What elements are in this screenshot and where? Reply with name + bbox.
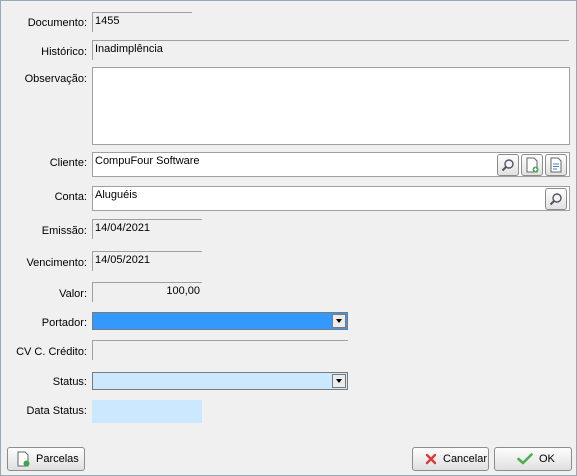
historico-field[interactable]: Inadimplência — [92, 40, 569, 60]
magnifier-icon — [549, 193, 562, 206]
emissao-label: Emissão: — [41, 225, 87, 237]
document-icon — [17, 451, 30, 467]
status-label: Status: — [52, 376, 87, 388]
red-x-icon — [425, 453, 437, 465]
emissao-field[interactable]: 14/04/2021 — [92, 219, 202, 239]
conta-field[interactable]: Aluguéis — [92, 186, 570, 211]
portador-label: Portador: — [41, 317, 87, 329]
document-icon — [550, 157, 562, 173]
cancel-label: Cancelar — [443, 453, 488, 465]
ok-button[interactable]: OK — [494, 447, 572, 471]
cliente-value: CompuFour Software — [95, 155, 200, 167]
conta-value: Aluguéis — [95, 189, 138, 201]
parcelas-label: Parcelas — [36, 453, 79, 465]
cv-credito-field[interactable] — [92, 340, 348, 360]
cliente-edit-button[interactable] — [545, 154, 567, 176]
conta-label: Conta: — [54, 191, 87, 203]
form-window: Documento: 1455 Histórico: Inadimplência… — [0, 0, 577, 476]
chevron-down-icon[interactable] — [332, 374, 346, 388]
observacao-textarea[interactable] — [92, 67, 570, 145]
portador-select[interactable] — [92, 312, 348, 330]
cliente-new-button[interactable] — [521, 154, 543, 176]
data-status-field[interactable] — [92, 400, 202, 423]
cancel-button[interactable]: Cancelar — [412, 447, 489, 471]
documento-field[interactable]: 1455 — [92, 12, 192, 32]
valor-field[interactable]: 100,00 — [92, 282, 202, 302]
new-document-icon — [526, 157, 539, 173]
observacao-label: Observação: — [24, 73, 87, 85]
chevron-down-icon[interactable] — [332, 314, 346, 328]
green-check-icon — [517, 453, 533, 465]
parcelas-button[interactable]: Parcelas — [7, 447, 85, 471]
conta-search-button[interactable] — [545, 188, 567, 210]
ok-label: OK — [539, 453, 555, 465]
documento-label: Documento: — [27, 17, 87, 29]
vencimento-label: Vencimento: — [26, 257, 87, 269]
status-select[interactable] — [92, 372, 348, 390]
magnifier-icon — [501, 159, 514, 172]
data-status-label: Data Status: — [26, 405, 87, 417]
historico-label: Histórico: — [41, 46, 87, 58]
valor-label: Valor: — [59, 288, 87, 300]
cliente-search-button[interactable] — [497, 154, 519, 176]
cv-credito-label: CV C. Crédito: — [16, 346, 87, 358]
cliente-label: Cliente: — [49, 157, 87, 169]
vencimento-field[interactable]: 14/05/2021 — [92, 251, 202, 271]
